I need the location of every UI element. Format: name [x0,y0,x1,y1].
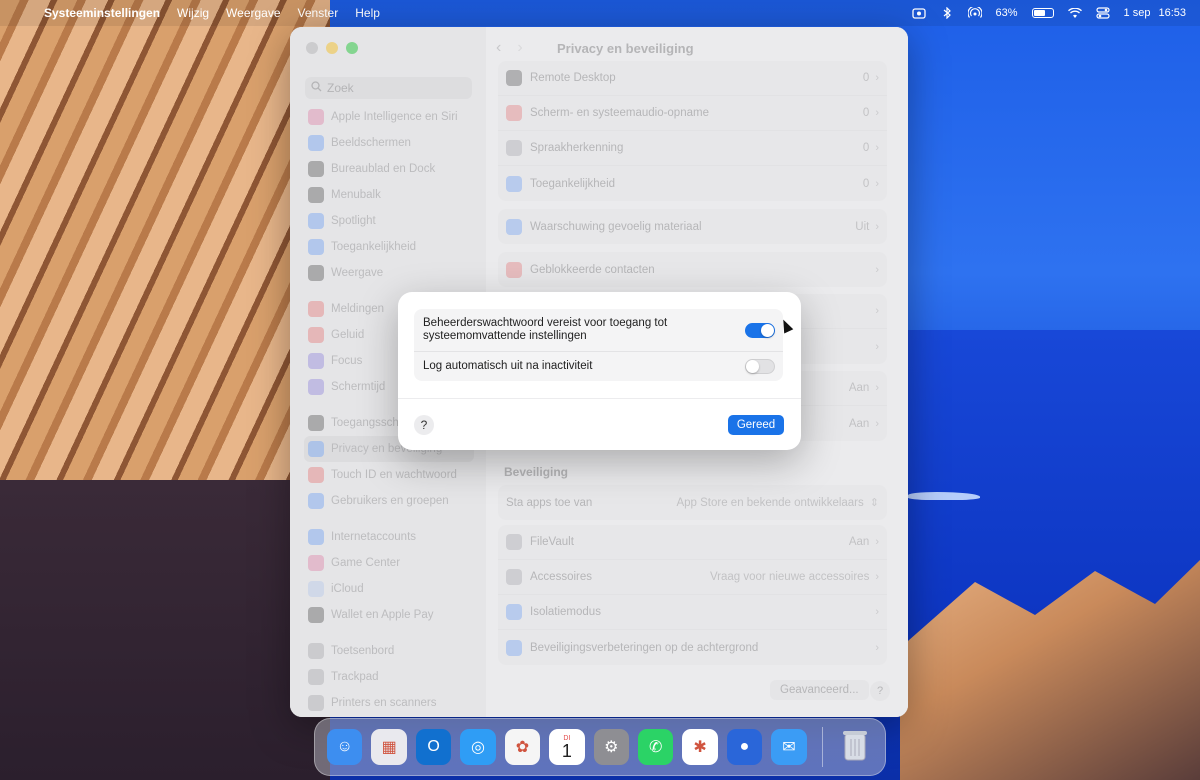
clock-time[interactable]: 16:53 [1158,7,1186,19]
sheet-divider [398,398,801,399]
clock-date[interactable]: 1 sep [1124,7,1151,19]
trash-icon [842,729,868,766]
auto-logout-label: Log automatisch uit na inactiviteit [423,360,593,372]
auto-logout-toggle[interactable] [745,359,775,374]
system-settings-app[interactable]: ⚙ [593,729,629,765]
calendar-icon: 1 [561,740,572,761]
outlook-icon: O [427,738,440,755]
security-options-sheet: Beheerderswachtwoord vereist voor toegan… [398,292,801,450]
boat [908,492,980,500]
battery-icon[interactable] [1031,8,1054,18]
sheet-options-group: Beheerderswachtwoord vereist voor toegan… [414,309,783,381]
whatsapp-icon: ✆ [648,739,663,756]
calendar-app[interactable]: DI 1 [549,729,585,765]
dock: ☺ ▦ O ◎ ✿ DI 1 ⚙ ✆ ✱ ● ✉ [314,718,886,776]
mail-icon: ✉ [782,739,796,756]
dock-separator [821,727,823,767]
sheet-help-button[interactable]: ? [414,415,434,435]
menu-view[interactable]: Weergave [226,6,280,20]
slack-icon: ✱ [693,739,707,756]
photos-icon: ✿ [515,739,530,756]
trash-app[interactable] [838,729,873,765]
menu-help[interactable]: Help [355,6,380,20]
auto-logout-row: Log automatisch uit na inactiviteit [414,352,783,381]
finder-app[interactable]: ☺ [327,729,363,765]
app-store-connect-app[interactable]: ● [726,729,763,765]
menu-app-name[interactable]: Systeeminstellingen [44,6,160,20]
safari-app[interactable]: ◎ [460,729,496,765]
admin-password-row: Beheerderswachtwoord vereist voor toegan… [414,309,783,352]
admin-password-toggle[interactable] [745,322,775,338]
bluetooth-icon[interactable] [940,7,954,19]
airdrop-icon[interactable] [967,7,982,19]
menu-edit[interactable]: Wijzig [177,6,209,20]
battery-percent: 63% [995,7,1018,19]
photos-app[interactable]: ✿ [504,729,541,765]
menu-window[interactable]: Venster [298,6,339,20]
mail-app[interactable]: ✉ [771,729,807,765]
system-settings-icon: ⚙ [604,739,619,756]
safari-icon: ◎ [470,739,485,756]
launchpad-app[interactable]: ▦ [371,729,407,765]
finder-icon: ☺ [336,738,353,755]
menu-bar: Systeeminstellingen Wijzig Weergave Vens… [0,0,1200,26]
admin-password-label: Beheerderswachtwoord vereist voor toegan… [423,317,668,342]
launchpad-icon: ▦ [381,739,397,756]
whatsapp-app[interactable]: ✆ [637,729,674,765]
app-store-connect-icon: ● [739,738,750,755]
screen-recording-icon[interactable] [911,7,926,19]
wifi-icon[interactable] [1067,7,1082,19]
done-button[interactable]: Gereed [728,415,784,435]
slack-app[interactable]: ✱ [682,729,718,765]
outlook-app[interactable]: O [415,729,452,765]
control-center-icon[interactable] [1095,7,1110,19]
